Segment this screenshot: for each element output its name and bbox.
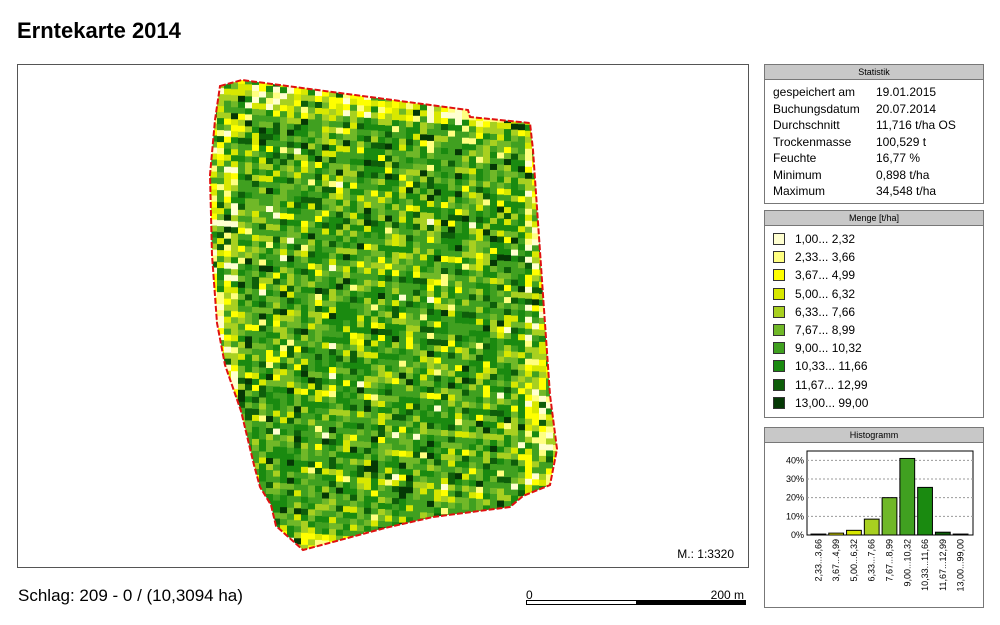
legend-label: 13,00... 99,00 [795, 395, 869, 410]
legend-swatch [773, 360, 785, 373]
histogram-bar [917, 486, 933, 536]
legend-label: 3,67... 4,99 [795, 268, 856, 283]
legend-label: 5,00... 6,32 [795, 286, 856, 301]
histogram-bar [863, 518, 880, 536]
map-frame[interactable]: M.: 1:3320 [17, 64, 749, 568]
stat-row: Buchungsdatum 20.07.2014 [773, 101, 937, 116]
legend-swatch [773, 251, 785, 264]
legend-swatch [773, 269, 785, 282]
legend-label: 6,33... 7,66 [795, 304, 856, 319]
scale-bar-graphic [526, 600, 746, 605]
x-tick-label: 3,67...4,99 [831, 539, 841, 582]
legend-swatch [773, 342, 785, 355]
legend-item: 11,67... 12,99 [765, 376, 983, 394]
stat-row: Feuchte 16,77 % [773, 151, 921, 165]
legend-label: 10,33... 11,66 [795, 359, 868, 374]
legend-item: 7,67... 8,99 [765, 321, 983, 339]
legend-swatch [773, 324, 785, 337]
x-tick-label: 7,67...8,99 [885, 539, 895, 582]
legend-label: 1,00... 2,32 [795, 232, 856, 247]
x-tick-label: 9,00...10,32 [902, 539, 912, 587]
x-tick-label: 10,33...11,66 [920, 539, 930, 591]
legend-item: 13,00... 99,00 [765, 394, 983, 412]
legend-item: 3,67... 4,99 [765, 266, 983, 284]
x-tick-label: 13,00...99,00 [956, 539, 966, 592]
yield-raster [210, 80, 557, 550]
legend-item: 1,00... 2,32 [765, 230, 983, 248]
legend-swatch [773, 396, 785, 409]
y-tick-label: 30% [786, 474, 804, 484]
yield-map [208, 78, 559, 552]
histogram-bar [828, 532, 845, 536]
legend-item: 9,00... 10,32 [765, 339, 983, 357]
histogram-bar [934, 531, 951, 536]
legend-swatch [773, 378, 785, 391]
legend-swatch [773, 305, 785, 318]
histogram-chart: 40% 30% 20% 10% 0% 2,33...3,66 3,67...4,99 5,00… [786, 450, 974, 592]
scale-bar: 0 200 m [526, 588, 746, 608]
y-tick-label: 10% [786, 511, 804, 521]
legend-label: 11,67... 12,99 [795, 377, 868, 392]
histogram-header: Histogramm [765, 428, 983, 443]
y-tick-label: 0% [791, 530, 804, 540]
stat-row: Trockenmasse 100,529 t [773, 134, 927, 149]
legend-label: 7,67... 8,99 [795, 323, 856, 338]
field-info: Schlag: 209 - 0 / (10,3094 ha) [18, 586, 243, 605]
histogram-bar [899, 457, 916, 536]
map-scale: M.: 1:3320 [677, 547, 734, 561]
y-tick-label: 20% [786, 493, 804, 503]
legend-label: 9,00... 10,32 [795, 341, 862, 356]
stat-row: Maximum 34,548 t/ha [773, 184, 937, 198]
x-tick-label: 11,67...12,99 [938, 539, 948, 591]
legend-swatch [773, 287, 785, 300]
histogram-bar [881, 497, 898, 536]
histogram-bar [810, 533, 827, 536]
legend-panel: Menge [t/ha] 1,00... 2,32 2,33... 3,66 3,6… [764, 210, 984, 418]
stat-row: Durchschnitt 11,716 t/ha OS [773, 118, 956, 132]
legend-item: 6,33... 7,66 [765, 303, 983, 321]
x-tick-label: 2,33...3,66 [813, 539, 823, 582]
x-tick-label: 6,33...7,66 [867, 539, 877, 582]
legend-swatch [773, 233, 785, 246]
legend-header: Menge [t/ha] [765, 211, 983, 226]
y-tick-label: 40% [786, 455, 804, 465]
x-tick-label: 5,00...6,32 [849, 539, 859, 582]
histogram-panel: Histogramm 40% 30% 20% 10% 0% 2,33...3,66 3,67… [764, 427, 984, 608]
histogram-bar [952, 533, 969, 536]
legend-label: 2,33... 3,66 [795, 250, 856, 265]
legend-item: 10,33... 11,66 [765, 357, 983, 375]
statistics-header: Statistik [765, 65, 983, 80]
histogram-bar [846, 529, 862, 536]
statistics-panel: Statistik gespeichert am 19.01.2015 Buchu… [764, 64, 984, 204]
legend-item: 5,00... 6,32 [765, 285, 983, 303]
stat-row: gespeichert am 19.01.2015 [773, 85, 937, 99]
stat-row: Minimum 0,898 t/ha [773, 167, 930, 182]
legend-item: 2,33... 3,66 [765, 248, 983, 266]
map-title: Erntekarte 2014 [17, 18, 181, 43]
